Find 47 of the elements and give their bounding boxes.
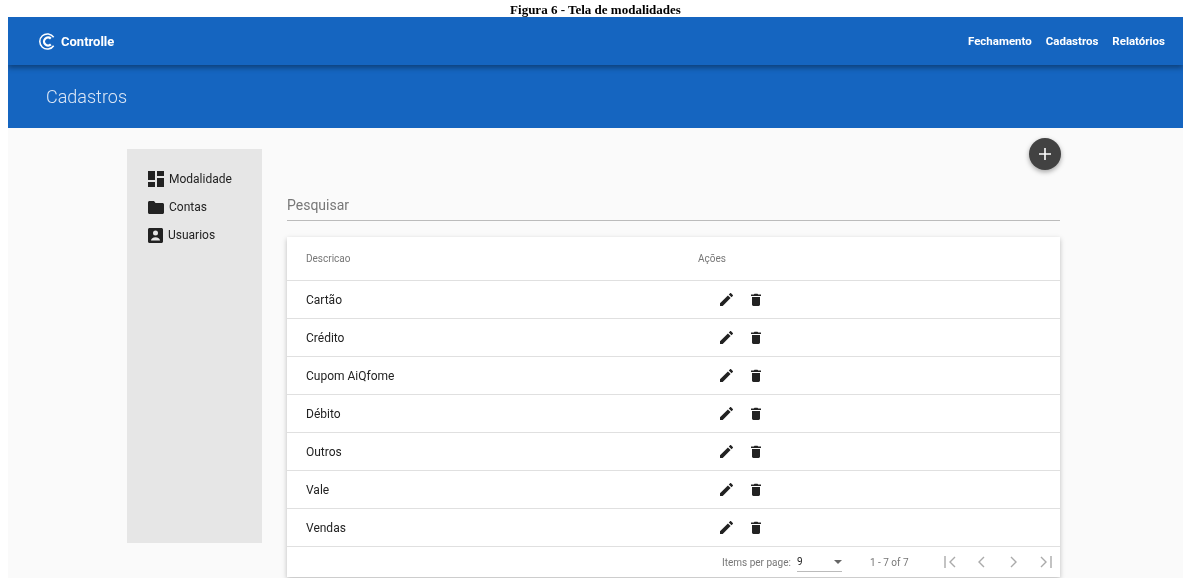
range-label: 1 - 7 of 7 [869,556,909,568]
table-cell-text: Cupom AiQfome [306,368,396,383]
table-cell-text: Débito [306,406,342,421]
page-title: Cadastros [46,86,127,107]
delete-icon[interactable] [751,369,761,382]
edit-icon[interactable] [720,331,733,344]
folder-icon [148,200,164,214]
brand-name: Controlle [61,33,115,49]
sidebar-item[interactable]: Modalidade [148,170,262,188]
table-cell-text: Outros [306,444,343,459]
search-field[interactable]: Pesquisar [287,189,1060,221]
delete-icon[interactable] [751,483,761,496]
chevron-icon [978,556,986,568]
caret-icon [833,559,842,564]
account-box-icon [148,227,163,243]
chevron-icon [943,555,956,569]
nav-link[interactable]: Cadastros [1045,34,1099,48]
edit-icon[interactable] [720,521,733,534]
edit-icon[interactable] [720,445,733,458]
sidebar-item[interactable]: Usuarios [148,226,262,244]
logo-icon [38,31,57,51]
dashboard-icon [148,171,164,187]
sidebar-item[interactable]: Contas [148,198,262,216]
table-cell-text: Vendas [306,520,347,535]
edit-icon[interactable] [720,483,733,496]
items-per-page-label: Items per page: [722,556,791,568]
delete-icon[interactable] [751,293,761,306]
chevron-icon [1010,556,1018,568]
nav-link[interactable]: Relatórios [1112,34,1165,48]
figure-caption: Figura 6 - Tela de modalidades [510,2,681,17]
delete-icon[interactable] [751,331,761,344]
plus-icon [1039,148,1051,160]
chevron-icon [1039,555,1052,569]
edit-icon[interactable] [720,293,733,306]
edit-icon[interactable] [720,369,733,382]
edit-icon[interactable] [720,407,733,420]
table-cell-text: Cartão [306,292,343,307]
table-cell-text: Vale [306,482,331,497]
delete-icon[interactable] [751,445,761,458]
table-cell-text: Crédito [306,330,346,345]
add-button[interactable] [1029,138,1061,170]
delete-icon[interactable] [751,407,761,420]
delete-icon[interactable] [751,521,761,534]
page-size-select[interactable]: 9 [796,552,842,572]
column-header: Descricao [306,253,352,264]
nav-link[interactable]: Fechamento [967,34,1032,48]
column-header: Ações [698,253,727,264]
